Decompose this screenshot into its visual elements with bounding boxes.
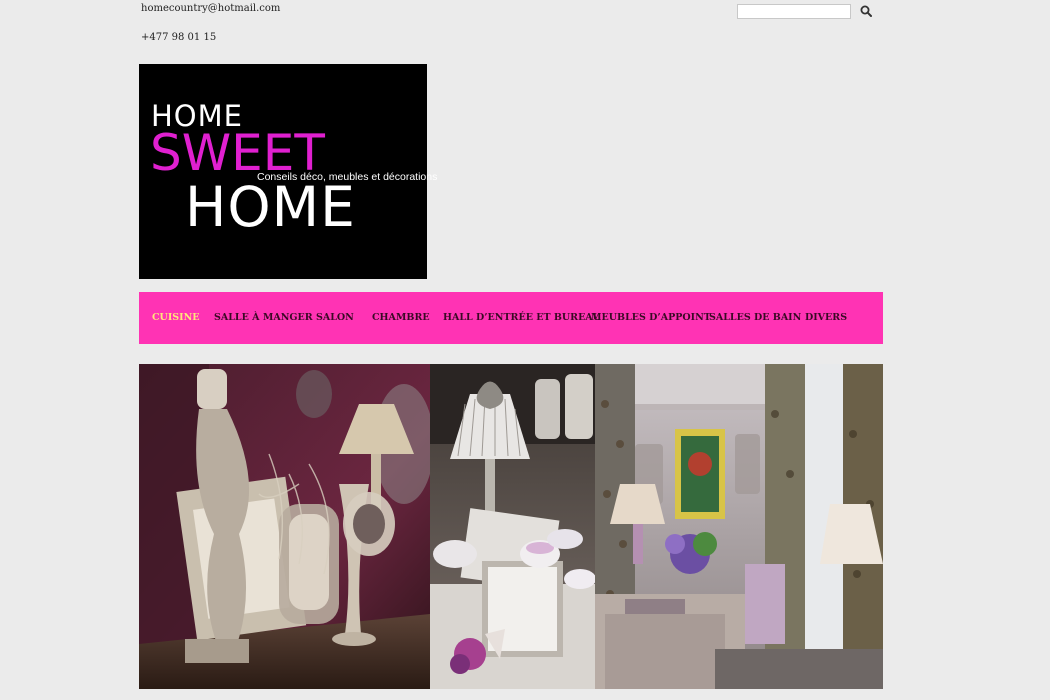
site-logo[interactable]: HOME SWEET Conseils déco, meubles et déc… — [139, 64, 437, 279]
nav-item-hall-entree-bureau[interactable]: HALL D’ENTRÉE ET BUREAU — [443, 312, 601, 323]
nav-item-salle-a-manger[interactable]: SALLE À MANGER — [214, 312, 313, 323]
logo-home-bottom: HOME — [185, 175, 356, 239]
search-icon — [860, 5, 872, 17]
nav-item-salon[interactable]: SALON — [316, 312, 354, 323]
photo-interior-vintage-frames[interactable] — [139, 364, 430, 689]
nav-item-divers[interactable]: DIVERS — [805, 312, 847, 323]
photo-interior-living-room[interactable] — [595, 364, 883, 689]
main-nav: CUISINE SALLE À MANGER SALON CHAMBRE HAL… — [139, 292, 883, 344]
image-gallery — [139, 364, 883, 689]
contact-phone: +477 98 01 15 — [141, 32, 217, 43]
contact-email[interactable]: homecountry@hotmail.com — [141, 3, 280, 14]
nav-item-chambre[interactable]: CHAMBRE — [372, 312, 430, 323]
nav-item-cuisine[interactable]: CUISINE — [152, 312, 200, 323]
search-button[interactable] — [858, 3, 874, 19]
search-input[interactable] — [737, 4, 851, 19]
nav-item-salles-de-bain[interactable]: SALLES DE BAIN — [709, 312, 801, 323]
nav-item-meubles-appoint[interactable]: MEUBLES D’APPOINT — [591, 312, 711, 323]
photo-interior-lamp-cups[interactable] — [430, 364, 595, 689]
